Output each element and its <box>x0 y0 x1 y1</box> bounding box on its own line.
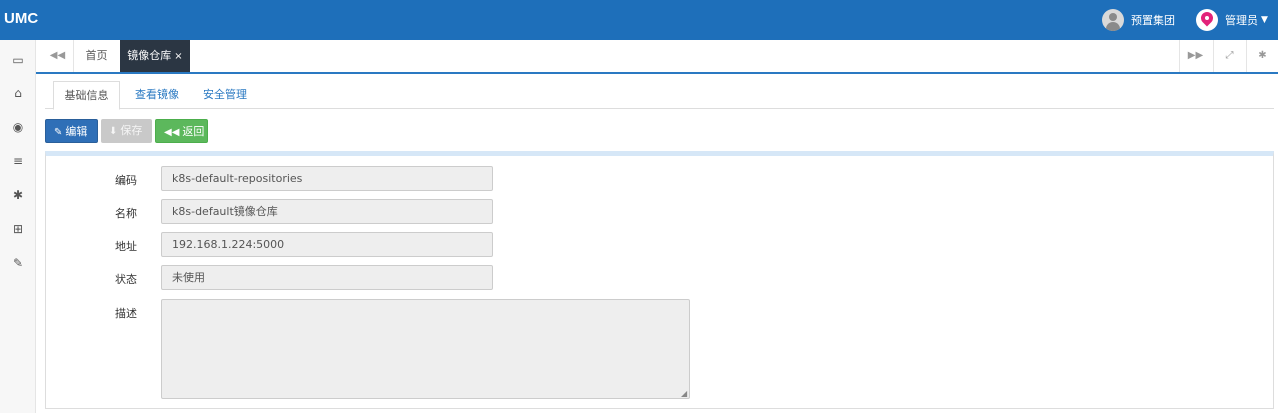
sitemap-icon[interactable]: ⊞ <box>0 222 36 236</box>
tab-image-repository[interactable]: 镜像仓库 × <box>120 40 190 72</box>
app-logo[interactable]: UMC <box>4 10 38 27</box>
edit-icon: ✎ <box>54 127 63 138</box>
subtab-basic-info[interactable]: 基础信息 <box>53 81 120 110</box>
resize-handle-icon[interactable]: ◢ <box>681 389 1276 412</box>
backward-icon: ◀◀ <box>164 127 180 138</box>
edit-button[interactable]: ✎ 编辑 <box>45 119 98 143</box>
description-textarea[interactable] <box>161 299 690 399</box>
tab-home[interactable]: 首页 <box>74 40 119 72</box>
name-field[interactable]: k8s-default镜像仓库 <box>161 199 493 224</box>
status-field[interactable]: 未使用 <box>161 265 493 290</box>
address-label: 地址 <box>115 240 137 253</box>
user-avatar-icon <box>1196 9 1218 31</box>
subtab-view-images[interactable]: 查看镜像 <box>135 81 179 109</box>
save-button[interactable]: ⬇ 保存 <box>101 119 152 143</box>
scroll-tabs-left-button[interactable]: ◀◀ <box>42 40 74 72</box>
caret-down-icon: ▼ <box>1261 15 1268 25</box>
top-navbar: UMC 预置集团 管理员 ▼ <box>0 0 1278 40</box>
code-field[interactable]: k8s-default-repositories <box>161 166 493 191</box>
download-icon: ⬇ <box>109 126 118 137</box>
user-name: 管理员 <box>1225 14 1258 27</box>
org-switcher[interactable]: 预置集团 <box>1102 9 1175 31</box>
back-label: 返回 <box>182 125 205 138</box>
close-icon[interactable]: × <box>174 51 182 62</box>
org-name: 预置集团 <box>1131 14 1175 27</box>
edit-label: 编辑 <box>65 125 88 138</box>
address-field[interactable]: 192.168.1.224:5000 <box>161 232 493 257</box>
content-subtabs: 基础信息 查看镜像 安全管理 <box>45 81 1274 110</box>
tab-bar: ◀◀ 首页 镜像仓库 × ▶▶ ⤢ ✱ <box>36 40 1278 74</box>
status-label: 状态 <box>115 273 137 286</box>
name-label: 名称 <box>115 207 137 220</box>
gear-icon[interactable]: ✱ <box>0 188 36 202</box>
subtab-security[interactable]: 安全管理 <box>203 81 247 109</box>
wrench-icon[interactable]: ✎ <box>0 256 36 270</box>
list-icon[interactable]: ≡ <box>0 154 36 168</box>
user-menu[interactable]: 管理员 ▼ <box>1196 8 1268 32</box>
description-label: 描述 <box>115 307 137 320</box>
tab-label: 镜像仓库 <box>127 49 172 62</box>
code-label: 编码 <box>115 174 137 187</box>
sidebar: ▭ ⌂ ◉ ≡ ✱ ⊞ ✎ <box>0 40 36 413</box>
scroll-tabs-right-button[interactable]: ▶▶ <box>1179 40 1211 72</box>
fullscreen-icon[interactable]: ⤢ <box>1213 40 1245 72</box>
bank-icon[interactable]: ⌂ <box>0 86 36 100</box>
org-avatar-icon <box>1102 9 1124 31</box>
id-card-icon[interactable]: ▭ <box>0 53 36 67</box>
back-button[interactable]: ◀◀ 返回 <box>155 119 208 143</box>
save-label: 保存 <box>120 124 143 137</box>
eye-icon[interactable]: ◉ <box>0 120 36 134</box>
settings-icon[interactable]: ✱ <box>1246 40 1278 72</box>
